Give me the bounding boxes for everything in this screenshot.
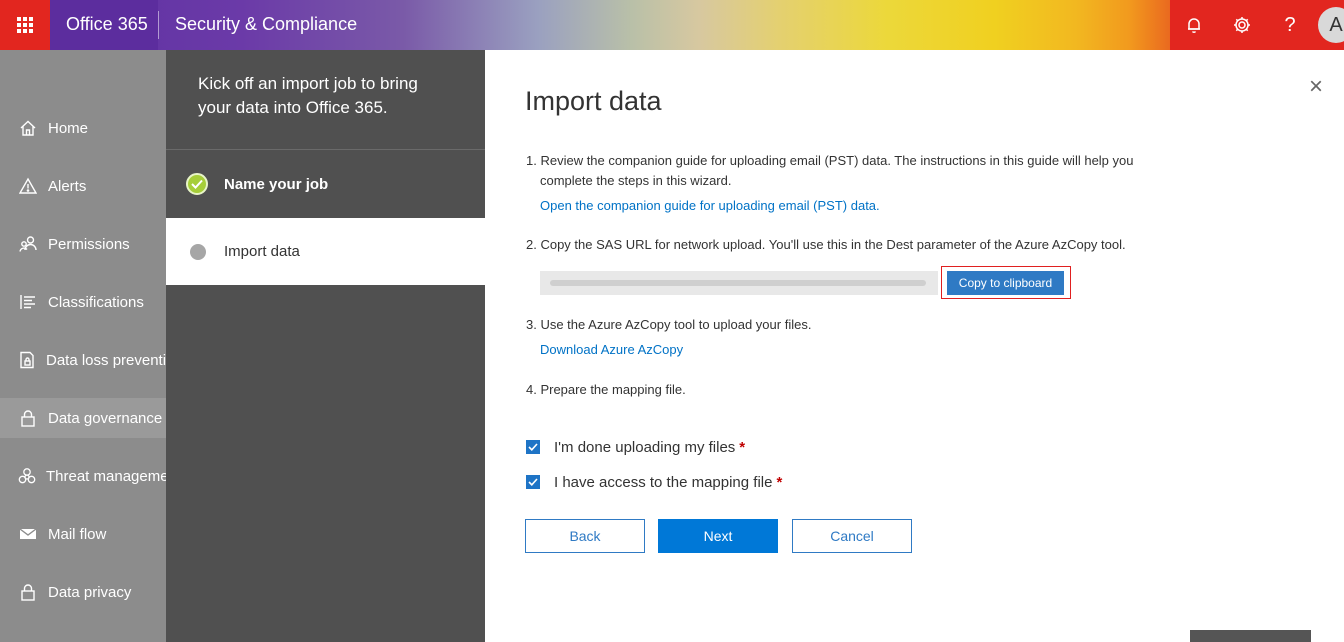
help-icon: ? bbox=[1284, 13, 1296, 36]
nav-item-data-governance[interactable]: Data governance bbox=[0, 398, 166, 438]
notifications-button[interactable] bbox=[1170, 0, 1218, 50]
left-nav: Home Alerts Permissions Classifications … bbox=[0, 50, 166, 642]
required-marker: * bbox=[739, 438, 746, 456]
help-button[interactable]: ? bbox=[1266, 0, 1314, 50]
list-icon bbox=[18, 293, 38, 311]
nav-item-home[interactable]: Home bbox=[0, 108, 166, 148]
bell-icon bbox=[1188, 18, 1200, 34]
step3-instructions: 3. Use the Azure AzCopy tool to upload y… bbox=[526, 317, 812, 332]
home-icon bbox=[18, 119, 38, 137]
nav-item-data-loss-prevention[interactable]: Data loss preventi bbox=[0, 340, 166, 380]
top-bar: Office 365 Security & Compliance ? A bbox=[0, 0, 1344, 50]
lock-icon bbox=[18, 409, 38, 427]
checkbox-label-text: I'm done uploading my files bbox=[554, 438, 736, 456]
settings-button[interactable] bbox=[1218, 0, 1266, 50]
waffle-icon bbox=[17, 17, 33, 33]
check-circle-icon bbox=[186, 173, 208, 195]
step2-instructions: 2. Copy the SAS URL for network upload. … bbox=[526, 237, 1126, 252]
next-button[interactable]: Next bbox=[658, 519, 778, 553]
nav-item-label: Data privacy bbox=[48, 583, 132, 601]
nav-item-threat-management[interactable]: Threat manageme bbox=[0, 456, 166, 496]
gear-icon bbox=[1234, 17, 1250, 33]
product-name[interactable]: Security & Compliance bbox=[175, 14, 357, 35]
checkbox-label: I'm done uploading my files * bbox=[554, 439, 745, 456]
alert-icon bbox=[18, 177, 38, 195]
download-azcopy-link[interactable]: Download Azure AzCopy bbox=[540, 342, 683, 357]
back-button[interactable]: Back bbox=[525, 519, 645, 553]
wizard-step-import-data[interactable]: Import data bbox=[166, 218, 485, 285]
step1-instructions: 1. Review the companion guide for upload… bbox=[526, 153, 1134, 188]
wizard-step-name-your-job[interactable]: Name your job bbox=[166, 150, 485, 218]
copy-to-clipboard-button[interactable]: Copy to clipboard bbox=[947, 271, 1064, 295]
nav-item-label: Mail flow bbox=[48, 525, 107, 543]
partial-panel-edge bbox=[1190, 630, 1311, 642]
page-title: Import data bbox=[525, 86, 662, 116]
brand-divider bbox=[158, 11, 159, 39]
checkbox-label-text: I have access to the mapping file bbox=[554, 473, 773, 491]
nav-item-permissions[interactable]: Permissions bbox=[0, 224, 166, 264]
brand-link[interactable]: Office 365 bbox=[66, 14, 148, 35]
lock-doc-icon bbox=[18, 351, 36, 369]
nav-item-classifications[interactable]: Classifications bbox=[0, 282, 166, 322]
step-dot-icon bbox=[190, 243, 206, 260]
header-actions: ? A bbox=[1170, 0, 1344, 50]
cancel-button[interactable]: Cancel bbox=[792, 519, 912, 553]
nav-item-mail-flow[interactable]: Mail flow bbox=[0, 514, 166, 554]
nav-item-label: Alerts bbox=[48, 177, 87, 195]
companion-guide-link[interactable]: Open the companion guide for uploading e… bbox=[540, 198, 880, 213]
mapping-file-checkbox[interactable] bbox=[526, 475, 540, 489]
sas-url-redacted bbox=[550, 280, 926, 286]
nav-item-data-privacy[interactable]: Data privacy bbox=[0, 572, 166, 612]
wizard-steps-panel: Kick off an import job to bring your dat… bbox=[166, 50, 485, 642]
nav-item-label: Classifications bbox=[48, 293, 144, 311]
biohazard-icon bbox=[18, 467, 36, 485]
app-launcher-button[interactable] bbox=[0, 0, 50, 50]
wizard-step-label: Import data bbox=[224, 243, 300, 260]
checkbox-label: I have access to the mapping file * bbox=[554, 474, 782, 491]
people-icon bbox=[18, 235, 38, 253]
wizard-step-label: Name your job bbox=[224, 175, 329, 193]
avatar[interactable]: A bbox=[1318, 7, 1344, 43]
required-marker: * bbox=[776, 473, 783, 491]
step4-instructions: 4. Prepare the mapping file. bbox=[526, 382, 686, 397]
mail-icon bbox=[18, 525, 38, 543]
close-icon[interactable]: × bbox=[1305, 75, 1327, 99]
wizard-heading: Kick off an import job to bring your dat… bbox=[198, 74, 418, 117]
nav-item-label: Home bbox=[48, 119, 89, 137]
done-uploading-checkbox[interactable] bbox=[526, 440, 540, 454]
nav-item-alerts[interactable]: Alerts bbox=[0, 166, 166, 206]
done-uploading-row[interactable]: I'm done uploading my files * bbox=[526, 437, 745, 457]
nav-item-label: Data governance bbox=[48, 409, 163, 427]
lock-icon bbox=[18, 583, 38, 601]
sas-url-field[interactable] bbox=[540, 271, 938, 295]
nav-item-label: Threat manageme bbox=[46, 467, 166, 485]
nav-item-label: Data loss preventi bbox=[46, 351, 166, 369]
mapping-file-row[interactable]: I have access to the mapping file * bbox=[526, 472, 782, 492]
nav-item-label: Permissions bbox=[48, 235, 130, 253]
